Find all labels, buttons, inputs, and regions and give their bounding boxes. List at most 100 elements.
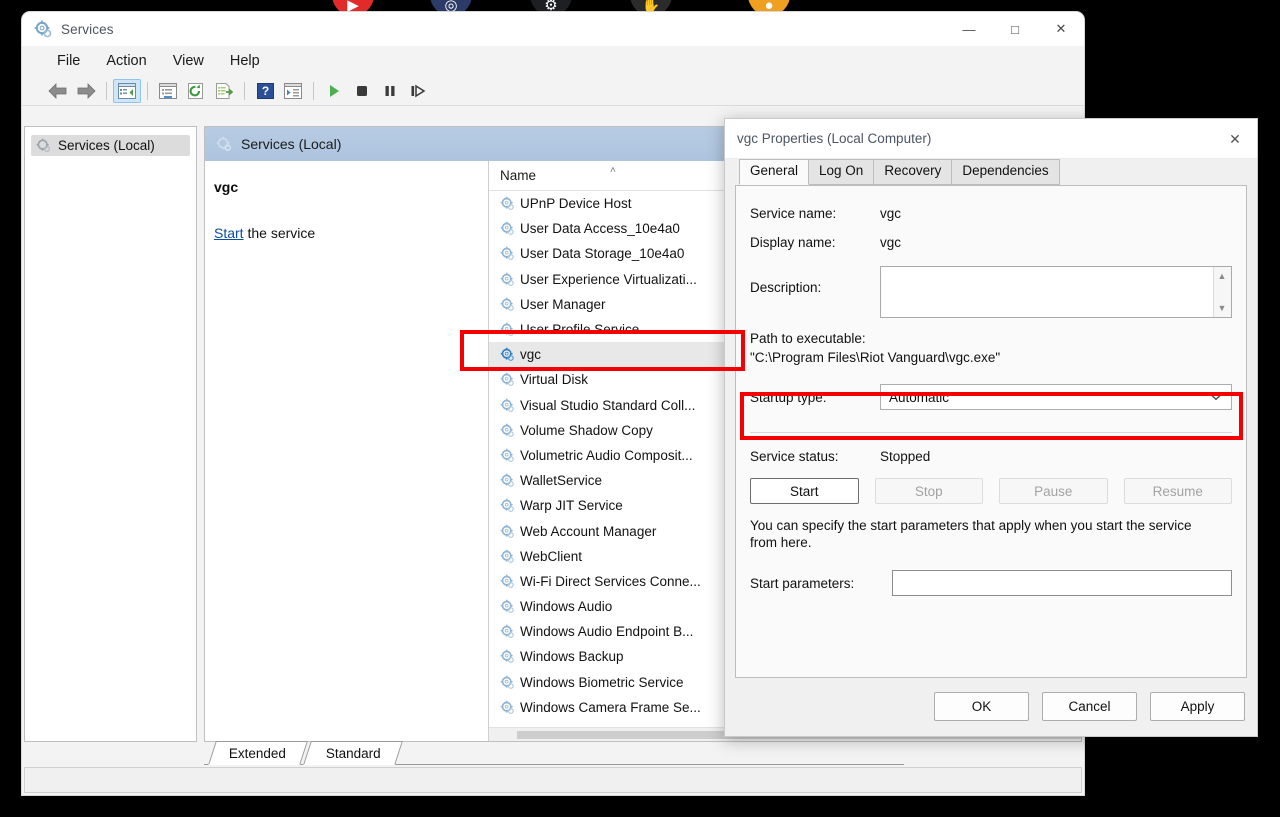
service-gear-icon (500, 347, 515, 362)
service-control-buttons: Start Stop Pause Resume (750, 478, 1232, 504)
forward-button[interactable] (72, 79, 100, 103)
service-name-text: User Data Storage_10e4a0 (520, 246, 685, 262)
description-row: Description: ▲ ▼ (750, 266, 1246, 318)
service-status-row: Service status: Stopped (750, 449, 1246, 464)
content-header-label: Services (Local) (241, 136, 342, 152)
description-textarea[interactable]: ▲ ▼ (880, 266, 1232, 318)
show-hide-console-tree-button[interactable] (113, 78, 141, 103)
window-controls: — □ ✕ (946, 12, 1084, 46)
service-name-cell: WalletService (489, 473, 737, 488)
show-hide-action-pane-button[interactable] (279, 79, 307, 103)
toolbar-separator (313, 81, 314, 100)
vgc-properties-dialog: vgc Properties (Local Computer) ✕ Genera… (724, 118, 1258, 737)
display-name-label: Display name: (750, 235, 836, 250)
service-name-cell: User Profile Service (489, 322, 737, 337)
maximize-button[interactable]: □ (992, 12, 1038, 46)
service-gear-icon (500, 423, 515, 438)
description-scrollbar[interactable]: ▲ ▼ (1213, 267, 1231, 317)
service-name-cell: WebClient (489, 549, 737, 564)
service-name-text: Wi-Fi Direct Services Conne... (520, 573, 701, 589)
service-name-cell: User Data Storage_10e4a0 (489, 246, 737, 261)
screen: ▶ ◎ ⚙ ✋ ● Services — □ ✕ File Action Vie… (0, 0, 1280, 817)
properties-button[interactable] (154, 79, 182, 103)
service-detail-pane: vgc Start the service (205, 161, 488, 741)
service-name-text: User Experience Virtualizati... (520, 271, 697, 287)
services-gear-icon (36, 138, 51, 153)
service-name-text: Web Account Manager (520, 523, 657, 539)
detail-action-line: Start the service (214, 225, 472, 241)
service-name-cell: Visual Studio Standard Coll... (489, 398, 737, 413)
service-name-text: Windows Biometric Service (520, 674, 684, 690)
description-label: Description: (750, 280, 822, 295)
detail-service-name: vgc (214, 179, 239, 195)
service-name-text: Windows Camera Frame Se... (520, 699, 701, 715)
refresh-button[interactable] (182, 79, 210, 103)
service-name-cell: Volumetric Audio Composit... (489, 448, 737, 463)
service-gear-icon (500, 322, 515, 337)
start-button[interactable]: Start (750, 478, 859, 504)
menu-view[interactable]: View (162, 50, 215, 72)
export-list-button[interactable] (210, 79, 238, 103)
services-gear-icon (34, 20, 52, 38)
tab-recovery[interactable]: Recovery (873, 159, 953, 185)
pause-service-button[interactable] (376, 79, 404, 103)
menu-help[interactable]: Help (219, 50, 271, 72)
service-name-text: Windows Backup (520, 649, 624, 665)
section-divider (750, 432, 1232, 433)
service-name-text: UPnP Device Host (520, 196, 632, 212)
service-name-cell: Web Account Manager (489, 524, 737, 539)
tab-log-on[interactable]: Log On (808, 159, 875, 185)
service-gear-icon (500, 221, 515, 236)
general-tab-panel: Service name: vgc Display name: vgc Desc… (735, 185, 1247, 678)
service-name-cell: Windows Backup (489, 649, 737, 664)
help-button[interactable]: ? (251, 79, 279, 103)
menu-action[interactable]: Action (95, 50, 157, 72)
service-name-cell: Windows Audio (489, 599, 737, 614)
detail-link-suffix: the service (243, 225, 316, 241)
service-gear-icon (500, 448, 515, 463)
scroll-down-icon[interactable]: ▼ (1216, 303, 1228, 313)
startup-type-select[interactable]: Automatic (880, 384, 1232, 410)
hint-line-2: from here. (750, 535, 812, 550)
menu-file[interactable]: File (46, 50, 91, 72)
tab-standard[interactable]: Standard (303, 741, 403, 765)
service-gear-icon (500, 398, 515, 413)
cancel-button[interactable]: Cancel (1042, 692, 1137, 721)
service-gear-icon (500, 599, 515, 614)
tab-standard-label: Standard (325, 745, 381, 761)
tab-general[interactable]: General (739, 159, 810, 185)
stop-service-button[interactable] (348, 79, 376, 103)
scroll-up-icon[interactable]: ▲ (1216, 271, 1228, 281)
display-name-value: vgc (880, 235, 902, 250)
service-gear-icon (500, 549, 515, 564)
service-name-label: Service name: (750, 206, 837, 221)
tree-item-services-local[interactable]: Services (Local) (31, 135, 190, 156)
restart-service-button[interactable] (404, 79, 432, 103)
back-button[interactable] (44, 79, 72, 103)
column-header-name[interactable]: Name ˄ (489, 161, 737, 190)
service-name-cell: Volume Shadow Copy (489, 423, 737, 438)
service-gear-icon (500, 272, 515, 287)
chevron-down-icon[interactable] (1210, 393, 1222, 401)
start-parameters-input[interactable] (892, 570, 1232, 596)
service-name-text: WalletService (520, 473, 603, 489)
dialog-titlebar: vgc Properties (Local Computer) ✕ (725, 119, 1257, 159)
start-service-button[interactable] (320, 79, 348, 103)
start-service-link[interactable]: Start (214, 225, 244, 241)
service-gear-icon (500, 574, 515, 589)
service-name-text: Virtual Disk (520, 372, 589, 388)
apply-button[interactable]: Apply (1150, 692, 1245, 721)
service-name-text: vgc (520, 347, 542, 363)
startup-type-label: Startup type: (750, 389, 827, 405)
service-status-label: Service status: (750, 449, 839, 464)
tab-dependencies[interactable]: Dependencies (951, 159, 1060, 185)
dialog-title: vgc Properties (Local Computer) (737, 131, 932, 146)
tab-extended[interactable]: Extended (208, 741, 308, 765)
svg-text:?: ? (261, 84, 268, 98)
minimize-button[interactable]: — (946, 12, 992, 46)
ok-button[interactable]: OK (934, 692, 1029, 721)
toolbar-separator (147, 81, 148, 100)
dialog-close-button[interactable]: ✕ (1213, 119, 1257, 159)
close-button[interactable]: ✕ (1038, 12, 1084, 46)
service-gear-icon (500, 372, 515, 387)
